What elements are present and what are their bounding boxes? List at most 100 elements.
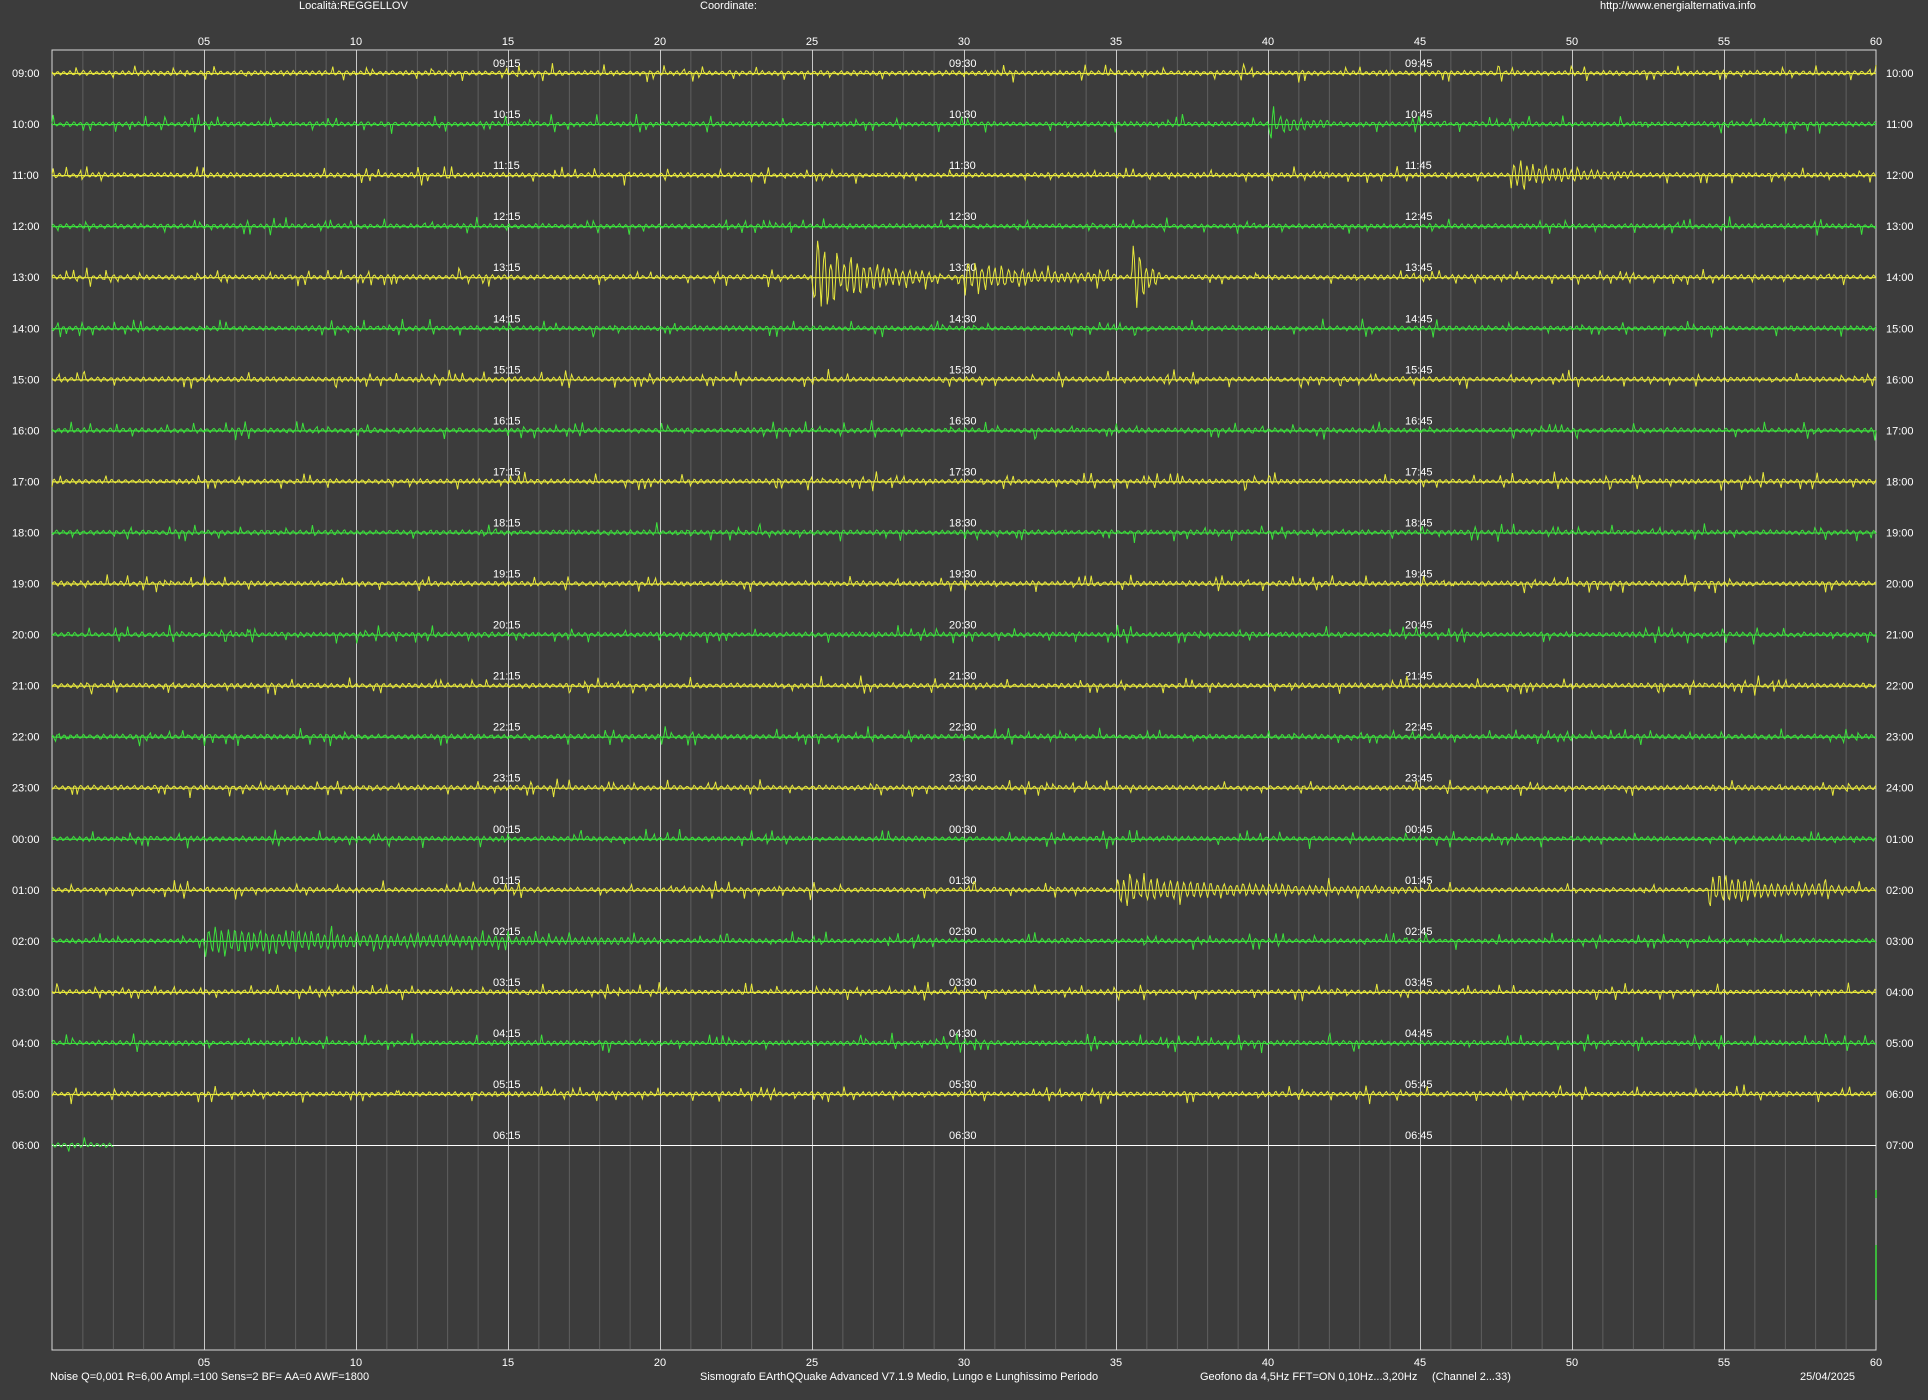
x-tick-label-top: 45: [1414, 36, 1426, 48]
quarter-time-label: 11:45: [1405, 160, 1432, 172]
quarter-time-label: 22:15: [493, 722, 521, 734]
row-end-time-label: 01:00: [1886, 834, 1914, 846]
quarter-time-label: 16:15: [493, 415, 521, 427]
quarter-time-label: 20:30: [949, 620, 977, 632]
x-tick-label-top: 15: [502, 36, 514, 48]
row-end-time-label: 20:00: [1886, 579, 1914, 591]
row-end-time-label: 13:00: [1886, 221, 1914, 233]
quarter-time-label: 23:45: [1405, 773, 1433, 785]
quarter-time-label: 13:30: [949, 262, 977, 274]
row-start-time-label: 13:00: [12, 272, 40, 284]
x-tick-label-top: 55: [1718, 36, 1730, 48]
row-end-time-label: 23:00: [1886, 732, 1914, 744]
quarter-time-label: 11:15: [493, 160, 520, 172]
quarter-time-label: 06:30: [949, 1130, 977, 1142]
x-tick-label-bottom: 55: [1718, 1357, 1730, 1369]
x-tick-label-top: 50: [1566, 36, 1578, 48]
quarter-time-label: 14:15: [493, 313, 521, 325]
quarter-time-label: 05:30: [949, 1079, 977, 1091]
quarter-time-label: 12:15: [493, 211, 521, 223]
x-tick-label-top: 20: [654, 36, 666, 48]
row-start-time-label: 10:00: [12, 119, 40, 131]
x-tick-label-bottom: 60: [1870, 1357, 1882, 1369]
row-end-time-label: 19:00: [1886, 527, 1914, 539]
quarter-time-label: 03:45: [1405, 977, 1433, 989]
quarter-time-label: 22:45: [1405, 722, 1433, 734]
quarter-time-label: 15:15: [493, 364, 521, 376]
row-end-time-label: 22:00: [1886, 681, 1914, 693]
x-tick-label-bottom: 50: [1566, 1357, 1578, 1369]
quarter-time-label: 23:30: [949, 773, 977, 785]
quarter-time-label: 01:15: [493, 875, 521, 887]
row-end-time-label: 10:00: [1886, 68, 1914, 80]
quarter-time-label: 00:15: [493, 824, 521, 836]
quarter-time-label: 04:45: [1405, 1028, 1433, 1040]
quarter-time-label: 16:45: [1405, 415, 1433, 427]
quarter-time-label: 16:30: [949, 415, 977, 427]
row-end-time-label: 03:00: [1886, 936, 1914, 948]
x-tick-label-top: 25: [806, 36, 818, 48]
quarter-time-label: 00:30: [949, 824, 977, 836]
quarter-time-label: 20:15: [493, 620, 521, 632]
row-start-time-label: 12:00: [12, 221, 40, 233]
x-tick-label-bottom: 05: [198, 1357, 210, 1369]
quarter-time-label: 11:30: [949, 160, 976, 172]
quarter-time-label: 17:30: [949, 466, 977, 478]
row-start-time-label: 06:00: [12, 1140, 40, 1152]
x-tick-label-top: 35: [1110, 36, 1122, 48]
quarter-time-label: 09:30: [949, 58, 977, 70]
row-start-time-label: 09:00: [12, 68, 40, 80]
row-start-time-label: 04:00: [12, 1038, 40, 1050]
row-end-time-label: 15:00: [1886, 323, 1914, 335]
quarter-time-label: 22:30: [949, 722, 977, 734]
quarter-time-label: 01:45: [1405, 875, 1433, 887]
row-start-time-label: 18:00: [12, 527, 40, 539]
quarter-time-label: 23:15: [493, 773, 521, 785]
quarter-time-label: 02:30: [949, 926, 977, 938]
row-start-time-label: 15:00: [12, 374, 40, 386]
sensor-label: Geofono da 4,5Hz FFT=ON 0,10Hz...3,20Hz: [1200, 1371, 1418, 1383]
row-end-time-label: 16:00: [1886, 374, 1914, 386]
row-start-time-label: 11:00: [12, 170, 39, 182]
quarter-time-label: 14:30: [949, 313, 977, 325]
software-label: Sismografo EArthQQuake Advanced V7.1.9 M…: [700, 1371, 1099, 1383]
row-start-time-label: 23:00: [12, 783, 40, 795]
row-end-time-label: 21:00: [1886, 630, 1914, 642]
x-tick-label-top: 40: [1262, 36, 1274, 48]
quarter-time-label: 05:15: [493, 1079, 521, 1091]
quarter-time-label: 18:15: [493, 517, 521, 529]
x-tick-label-bottom: 20: [654, 1357, 666, 1369]
x-tick-label-bottom: 10: [350, 1357, 362, 1369]
quarter-time-label: 05:45: [1405, 1079, 1433, 1091]
row-end-time-label: 04:00: [1886, 987, 1914, 999]
quarter-time-label: 06:45: [1405, 1130, 1433, 1142]
quarter-time-label: 12:30: [949, 211, 977, 223]
x-tick-label-bottom: 25: [806, 1357, 818, 1369]
row-end-time-label: 18:00: [1886, 476, 1914, 488]
row-start-time-label: 21:00: [12, 681, 40, 693]
quarter-time-label: 17:15: [493, 466, 521, 478]
row-end-time-label: 07:00: [1886, 1140, 1914, 1152]
quarter-time-label: 00:45: [1405, 824, 1433, 836]
row-start-time-label: 19:00: [12, 579, 40, 591]
x-tick-label-bottom: 30: [958, 1357, 970, 1369]
channel-label: (Channel 2...33): [1432, 1371, 1511, 1383]
row-end-time-label: 06:00: [1886, 1089, 1914, 1101]
quarter-time-label: 04:15: [493, 1028, 521, 1040]
quarter-time-label: 03:15: [493, 977, 521, 989]
quarter-time-label: 10:30: [949, 109, 977, 121]
row-end-time-label: 17:00: [1886, 425, 1914, 437]
quarter-time-label: 21:45: [1405, 671, 1433, 683]
x-tick-label-top: 30: [958, 36, 970, 48]
quarter-time-label: 13:15: [493, 262, 521, 274]
quarter-time-label: 15:30: [949, 364, 977, 376]
quarter-time-label: 18:45: [1405, 517, 1433, 529]
quarter-time-label: 15:45: [1405, 364, 1433, 376]
quarter-time-label: 19:15: [493, 569, 521, 581]
x-tick-label-top: 10: [350, 36, 362, 48]
row-start-time-label: 00:00: [12, 834, 40, 846]
x-tick-label-bottom: 40: [1262, 1357, 1274, 1369]
row-start-time-label: 22:00: [12, 732, 40, 744]
row-start-time-label: 03:00: [12, 987, 40, 999]
row-end-time-label: 24:00: [1886, 783, 1914, 795]
